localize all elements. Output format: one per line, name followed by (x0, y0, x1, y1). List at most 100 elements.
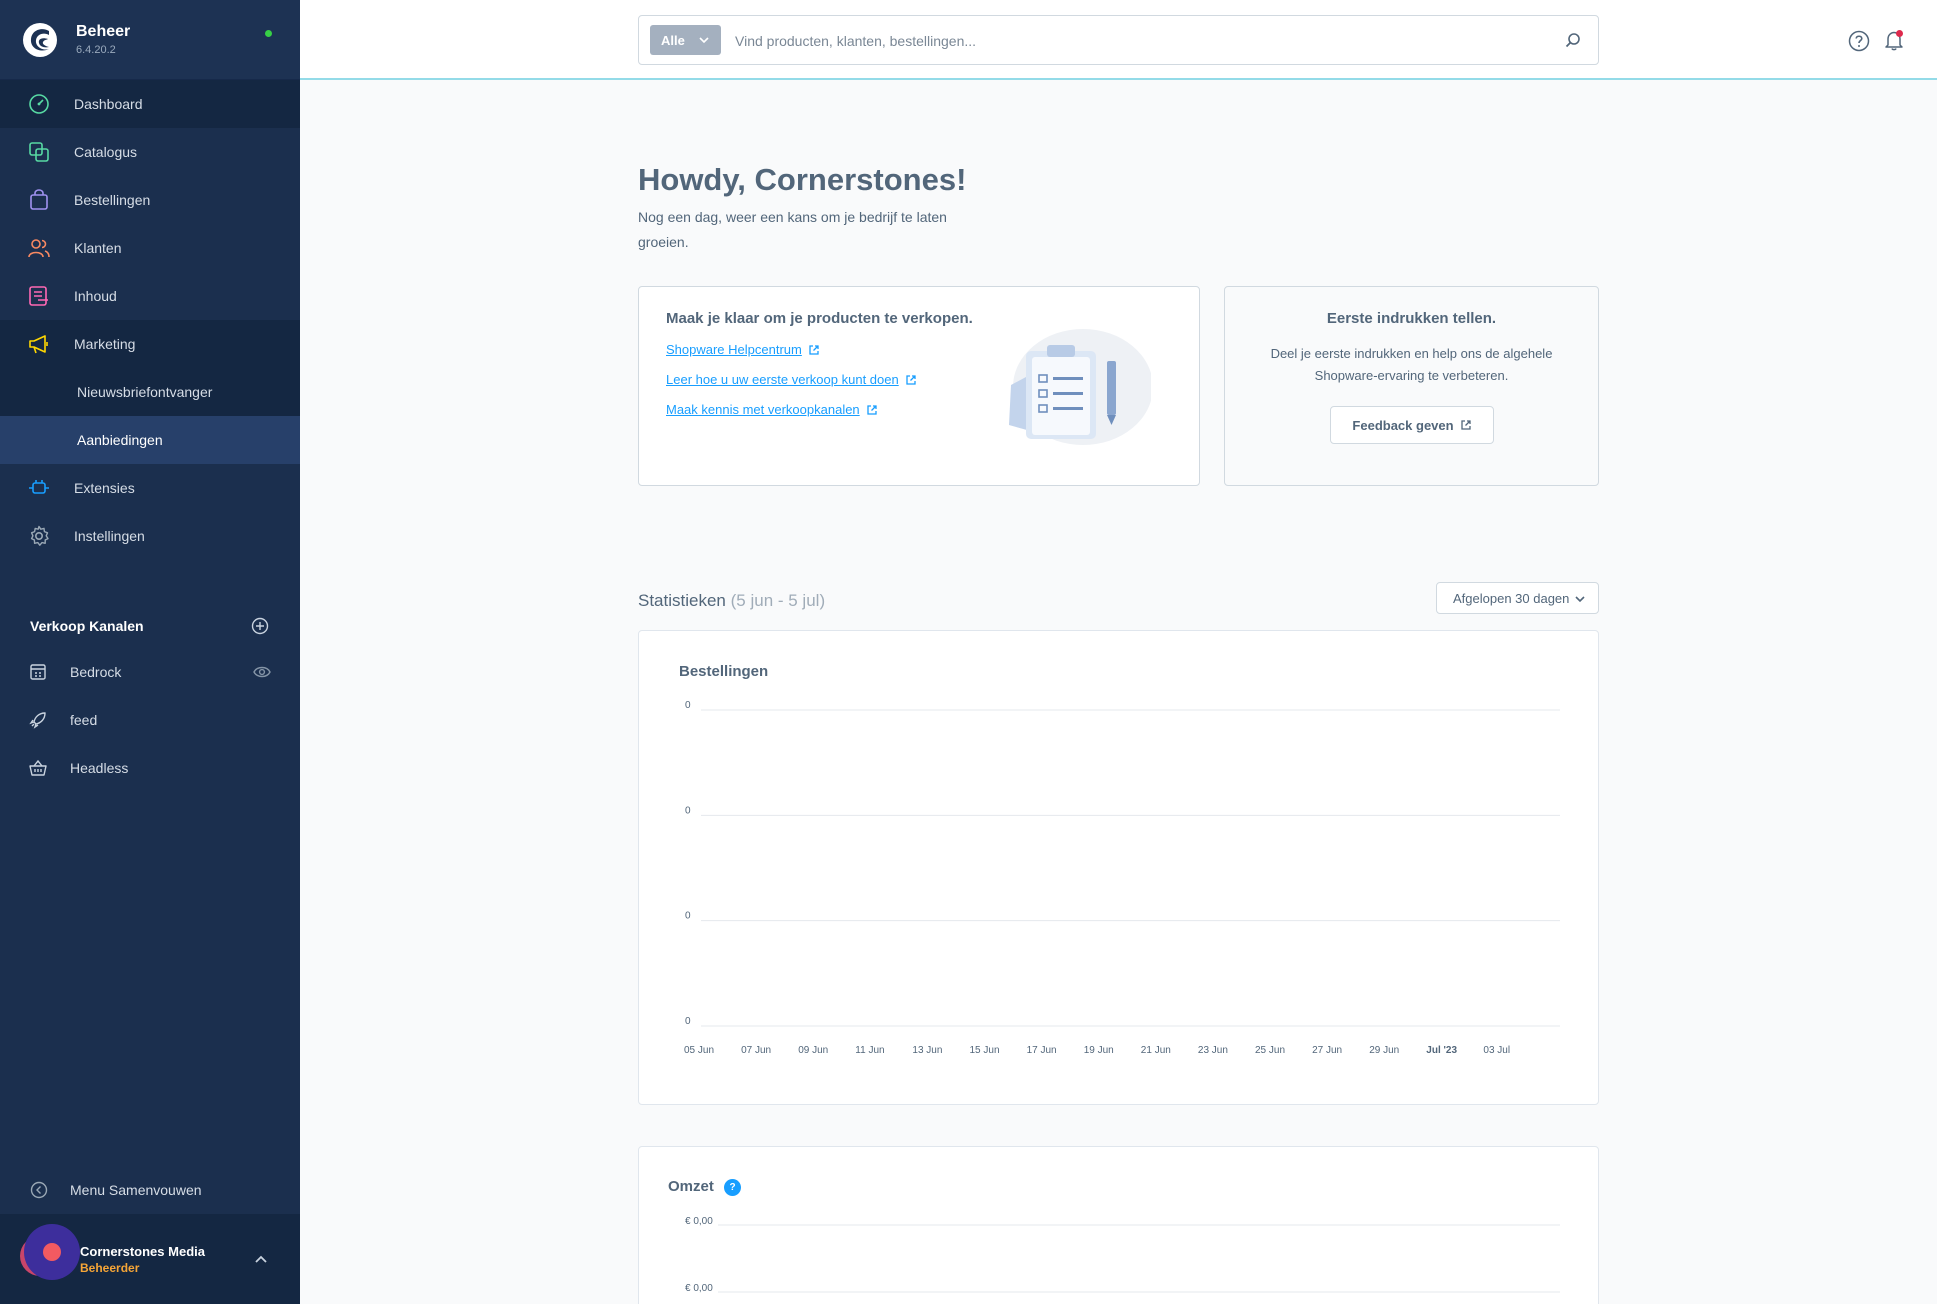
nav-label: Instellingen (74, 528, 145, 544)
search-icon[interactable] (1564, 31, 1582, 49)
x-tick-label: 29 Jun (1369, 1045, 1399, 1056)
chevron-down-icon (1575, 596, 1585, 603)
orders-chart-card: Bestellingen 0 0 0 0 05 Jun 07 Jun 09 Jun 11 Ju… (638, 630, 1599, 1105)
nav-item-dashboard[interactable]: Dashboard (0, 80, 300, 128)
nav-sub-promotions[interactable]: Aanbiedingen (0, 416, 300, 464)
online-status-dot (265, 30, 272, 37)
basket-icon (29, 759, 47, 776)
x-tick-label: 25 Jun (1255, 1045, 1285, 1056)
nav-item-marketing[interactable]: Marketing (0, 320, 300, 368)
channel-label: Headless (70, 760, 129, 776)
external-link-icon (1460, 420, 1471, 430)
main-nav: Dashboard Catalogus Bestellingen Klanten… (0, 80, 300, 560)
help-icon[interactable] (1848, 30, 1870, 52)
top-bar: Alle (300, 0, 1937, 80)
statistics-range: (5 jun - 5 jul) (730, 591, 826, 610)
sales-channels-title: Verkoop Kanalen (30, 618, 144, 634)
user-name: Cornerstones Media (80, 1244, 205, 1259)
chevron-up-icon[interactable] (254, 1252, 268, 1266)
x-tick-label: 23 Jun (1198, 1045, 1228, 1056)
brand-title: Beheer (76, 23, 131, 40)
first-sale-link[interactable]: Leer hoe u uw eerste verkoop kunt doen (666, 372, 917, 387)
statistics-label: Statistieken (638, 591, 726, 610)
x-tick-label: 19 Jun (1084, 1045, 1114, 1056)
nav-item-settings[interactable]: Instellingen (0, 512, 300, 560)
x-tick-label: 03 Jul (1483, 1045, 1510, 1056)
sales-channel-feed[interactable]: feed (0, 700, 300, 740)
y-tick-label: 0 (685, 911, 691, 922)
nav-sub-label: Aanbiedingen (77, 432, 163, 448)
nav-label: Dashboard (74, 96, 143, 112)
date-range-select[interactable]: Afgelopen 30 dagen (1436, 582, 1599, 614)
orders-icon (30, 189, 48, 210)
chevron-down-icon (699, 37, 709, 44)
external-link-icon (867, 404, 877, 415)
orders-chart: 0 0 0 0 05 Jun 07 Jun 09 Jun 11 Jun 13 Jun 15 Jun… (684, 700, 1560, 1056)
customers-icon (28, 239, 50, 258)
date-range-label: Afgelopen 30 dagen (1453, 590, 1570, 606)
y-tick-label: 0 (685, 1016, 691, 1027)
settings-icon (30, 525, 49, 546)
avatar (24, 1224, 80, 1280)
dashboard-icon (29, 94, 49, 114)
page-subtitle: Nog een dag, weer een kans om je bedrijf… (638, 209, 947, 250)
x-tick-label: 05 Jun (684, 1045, 714, 1056)
getting-started-card: Maak je klaar om je producten te verkope… (638, 286, 1200, 486)
chevron-left-circle-icon (30, 1181, 48, 1199)
button-label: Feedback geven (1352, 417, 1454, 433)
nav-item-extensions[interactable]: Extensies (0, 464, 300, 512)
x-tick-label: 09 Jun (798, 1045, 828, 1056)
storefront-icon (30, 664, 46, 680)
nav-item-orders[interactable]: Bestellingen (0, 176, 300, 224)
nav-sub-newsletter[interactable]: Nieuwsbriefontvanger (0, 368, 300, 416)
nav-label: Inhoud (74, 288, 117, 304)
nav-item-content[interactable]: Inhoud (0, 272, 300, 320)
external-link-icon (906, 374, 916, 385)
x-tick-label: 15 Jun (970, 1045, 1000, 1056)
sidebar: Beheer 6.4.20.2 Dashboard Catalogus Best… (0, 0, 300, 1304)
clipboard-illustration-icon (1009, 329, 1151, 445)
x-tick-label: 11 Jun (855, 1045, 884, 1056)
x-tick-label: Jul '23 (1426, 1045, 1457, 1056)
card-title: Eerste indrukken tellen. (1326, 310, 1497, 327)
user-menu[interactable]: Cornerstones Media Beheerder (0, 1214, 300, 1304)
feedback-button[interactable]: Feedback geven (1330, 406, 1494, 444)
catalog-icon (29, 142, 49, 162)
external-link-icon (809, 344, 819, 355)
y-tick-label: € 0,00 (685, 1283, 713, 1294)
y-tick-label: € 0,00 (685, 1216, 713, 1227)
shopware-logo-icon (23, 22, 57, 57)
y-tick-label: 0 (685, 805, 691, 816)
extensions-icon (29, 480, 49, 494)
x-tick-label: 21 Jun (1141, 1045, 1171, 1056)
card-text: Deel je eerste indrukken en help ons de … (1270, 346, 1553, 383)
nav-item-catalog[interactable]: Catalogus (0, 128, 300, 176)
collapse-label: Menu Samenvouwen (70, 1182, 202, 1198)
search-scope-label: Alle (661, 32, 685, 48)
notification-badge (1896, 30, 1903, 37)
add-sales-channel-icon[interactable] (251, 617, 269, 635)
search-scope-select[interactable]: Alle (650, 25, 721, 55)
nav-label: Extensies (74, 480, 135, 496)
page-title: Howdy, Cornerstones! (638, 162, 967, 197)
nav-label: Bestellingen (74, 192, 151, 208)
sales-channel-bedrock[interactable]: Bedrock (0, 652, 300, 692)
revenue-chart-card: Omzet ? € 0,00 € 0,00 (638, 1146, 1599, 1304)
sales-channel-headless[interactable]: Headless (0, 748, 300, 788)
global-search: Alle (638, 15, 1599, 65)
nav-sub-label: Nieuwsbriefontvanger (77, 384, 213, 400)
marketing-icon (29, 335, 48, 354)
sales-channels-link[interactable]: Maak kennis met verkoopkanalen (666, 402, 878, 417)
collapse-menu-button[interactable]: Menu Samenvouwen (0, 1170, 300, 1210)
channel-label: feed (70, 712, 98, 728)
x-tick-label: 17 Jun (1027, 1045, 1057, 1056)
x-tick-label: 27 Jun (1312, 1045, 1342, 1056)
statistics-title: Statistieken (5 jun - 5 jul) (638, 591, 825, 611)
brand-header[interactable]: Beheer 6.4.20.2 (0, 0, 300, 80)
nav-item-customers[interactable]: Klanten (0, 224, 300, 272)
search-input[interactable] (735, 26, 1535, 56)
help-center-link[interactable]: Shopware Helpcentrum (666, 342, 820, 357)
channel-label: Bedrock (70, 664, 122, 680)
eye-icon[interactable] (253, 665, 271, 679)
nav-label: Catalogus (74, 144, 138, 160)
